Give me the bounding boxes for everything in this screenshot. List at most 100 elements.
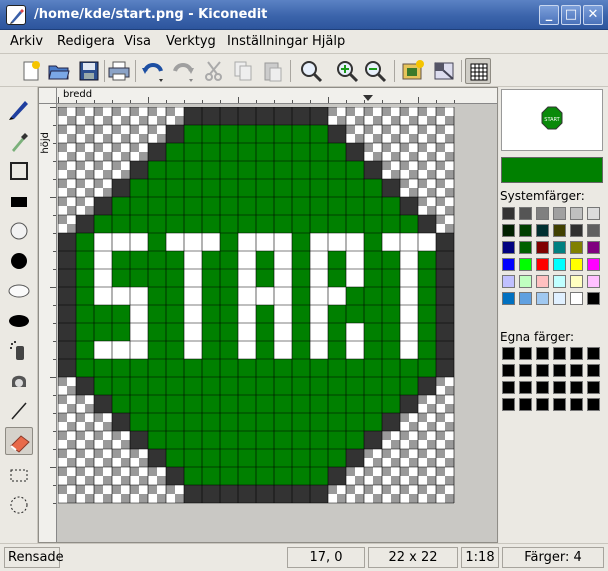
fill-icon[interactable] xyxy=(5,367,33,395)
custom-color-swatch[interactable] xyxy=(519,398,532,411)
paste-icon[interactable] xyxy=(260,58,286,84)
system-color-swatch[interactable] xyxy=(519,258,532,271)
filled-rectangle-icon[interactable] xyxy=(5,187,33,215)
eraser-icon[interactable] xyxy=(5,427,33,455)
menu-arkiv[interactable]: Arkiv xyxy=(10,34,43,49)
system-color-swatch[interactable] xyxy=(536,241,549,254)
spray-icon[interactable] xyxy=(5,337,33,365)
zoom-icon[interactable] xyxy=(298,58,324,84)
system-color-swatch[interactable] xyxy=(502,207,515,220)
filled-ellipse-icon[interactable] xyxy=(5,307,33,335)
system-color-swatch[interactable] xyxy=(587,207,600,220)
select-rect-icon[interactable] xyxy=(5,461,33,489)
custom-color-swatch[interactable] xyxy=(519,381,532,394)
open-icon[interactable] xyxy=(46,58,72,84)
custom-color-swatch[interactable] xyxy=(553,347,566,360)
current-color-swatch[interactable] xyxy=(501,157,603,183)
custom-color-swatch[interactable] xyxy=(502,364,515,377)
custom-color-swatch[interactable] xyxy=(519,364,532,377)
icon-pixel-grid[interactable] xyxy=(58,107,456,505)
close-button[interactable]: ✕ xyxy=(583,5,603,25)
custom-color-swatch[interactable] xyxy=(587,398,600,411)
zoom-in-icon[interactable] xyxy=(334,58,360,84)
new-icon[interactable] xyxy=(18,58,44,84)
custom-color-swatch[interactable] xyxy=(502,398,515,411)
properties-icon[interactable] xyxy=(431,58,457,84)
system-color-swatch[interactable] xyxy=(502,258,515,271)
system-color-swatch[interactable] xyxy=(502,292,515,305)
system-color-swatch[interactable] xyxy=(519,207,532,220)
import-icon[interactable] xyxy=(400,58,426,84)
system-color-swatch[interactable] xyxy=(570,207,583,220)
custom-color-swatch[interactable] xyxy=(519,347,532,360)
undo-icon[interactable] xyxy=(140,58,166,84)
system-color-swatch[interactable] xyxy=(553,224,566,237)
system-color-swatch[interactable] xyxy=(587,292,600,305)
select-circle-icon[interactable] xyxy=(5,491,33,519)
pixel-grid-svg[interactable] xyxy=(58,107,456,505)
ellipse-icon[interactable] xyxy=(5,277,33,305)
menu-visa[interactable]: Visa xyxy=(124,34,151,49)
system-color-swatch[interactable] xyxy=(570,241,583,254)
custom-color-swatch[interactable] xyxy=(502,347,515,360)
freehand-icon[interactable] xyxy=(5,95,33,123)
system-color-swatch[interactable] xyxy=(519,241,532,254)
system-color-swatch[interactable] xyxy=(587,258,600,271)
custom-color-swatch[interactable] xyxy=(553,398,566,411)
custom-color-swatch[interactable] xyxy=(553,381,566,394)
eyedropper-icon[interactable] xyxy=(5,127,33,155)
custom-color-swatch[interactable] xyxy=(536,381,549,394)
kiconedit-app-icon[interactable] xyxy=(6,5,26,25)
system-color-swatch[interactable] xyxy=(587,275,600,288)
system-color-swatch[interactable] xyxy=(502,241,515,254)
print-icon[interactable] xyxy=(106,58,132,84)
line-icon[interactable] xyxy=(5,397,33,425)
rectangle-icon[interactable] xyxy=(5,157,33,185)
system-color-swatch[interactable] xyxy=(536,292,549,305)
circle-icon[interactable] xyxy=(5,217,33,245)
custom-color-swatch[interactable] xyxy=(536,398,549,411)
custom-color-swatch[interactable] xyxy=(570,381,583,394)
system-color-swatch[interactable] xyxy=(536,224,549,237)
system-color-swatch[interactable] xyxy=(587,224,600,237)
system-color-swatch[interactable] xyxy=(553,241,566,254)
system-color-swatch[interactable] xyxy=(587,241,600,254)
system-color-swatch[interactable] xyxy=(553,292,566,305)
system-color-swatch[interactable] xyxy=(553,207,566,220)
custom-color-swatch[interactable] xyxy=(570,347,583,360)
copy-icon[interactable] xyxy=(230,58,256,84)
grid-icon[interactable] xyxy=(465,58,491,84)
system-color-swatch[interactable] xyxy=(536,258,549,271)
system-color-swatch[interactable] xyxy=(553,258,566,271)
menu-verktyg[interactable]: Verktyg xyxy=(166,34,216,49)
custom-color-swatch[interactable] xyxy=(587,347,600,360)
custom-color-swatch[interactable] xyxy=(587,364,600,377)
maximize-button[interactable]: □ xyxy=(561,5,581,25)
system-color-swatch[interactable] xyxy=(519,224,532,237)
save-icon[interactable] xyxy=(76,58,102,84)
filled-circle-icon[interactable] xyxy=(5,247,33,275)
redo-icon[interactable] xyxy=(170,58,196,84)
custom-color-swatch[interactable] xyxy=(536,364,549,377)
custom-color-swatch[interactable] xyxy=(570,398,583,411)
system-color-swatch[interactable] xyxy=(570,258,583,271)
system-color-swatch[interactable] xyxy=(519,292,532,305)
minimize-button[interactable]: _ xyxy=(539,5,559,25)
zoom-out-icon[interactable] xyxy=(362,58,388,84)
custom-color-swatch[interactable] xyxy=(553,364,566,377)
menu-redigera[interactable]: Redigera xyxy=(57,34,115,49)
system-color-swatch[interactable] xyxy=(570,224,583,237)
custom-color-swatch[interactable] xyxy=(536,347,549,360)
system-color-swatch[interactable] xyxy=(570,292,583,305)
custom-color-swatch[interactable] xyxy=(570,364,583,377)
menu-installningar[interactable]: Inställningar xyxy=(227,34,308,49)
system-color-swatch[interactable] xyxy=(570,275,583,288)
custom-color-swatch[interactable] xyxy=(587,381,600,394)
cut-icon[interactable] xyxy=(201,58,227,84)
system-color-swatch[interactable] xyxy=(502,224,515,237)
system-color-swatch[interactable] xyxy=(536,207,549,220)
system-color-swatch[interactable] xyxy=(536,275,549,288)
system-color-swatch[interactable] xyxy=(553,275,566,288)
system-color-swatch[interactable] xyxy=(519,275,532,288)
custom-color-swatch[interactable] xyxy=(502,381,515,394)
